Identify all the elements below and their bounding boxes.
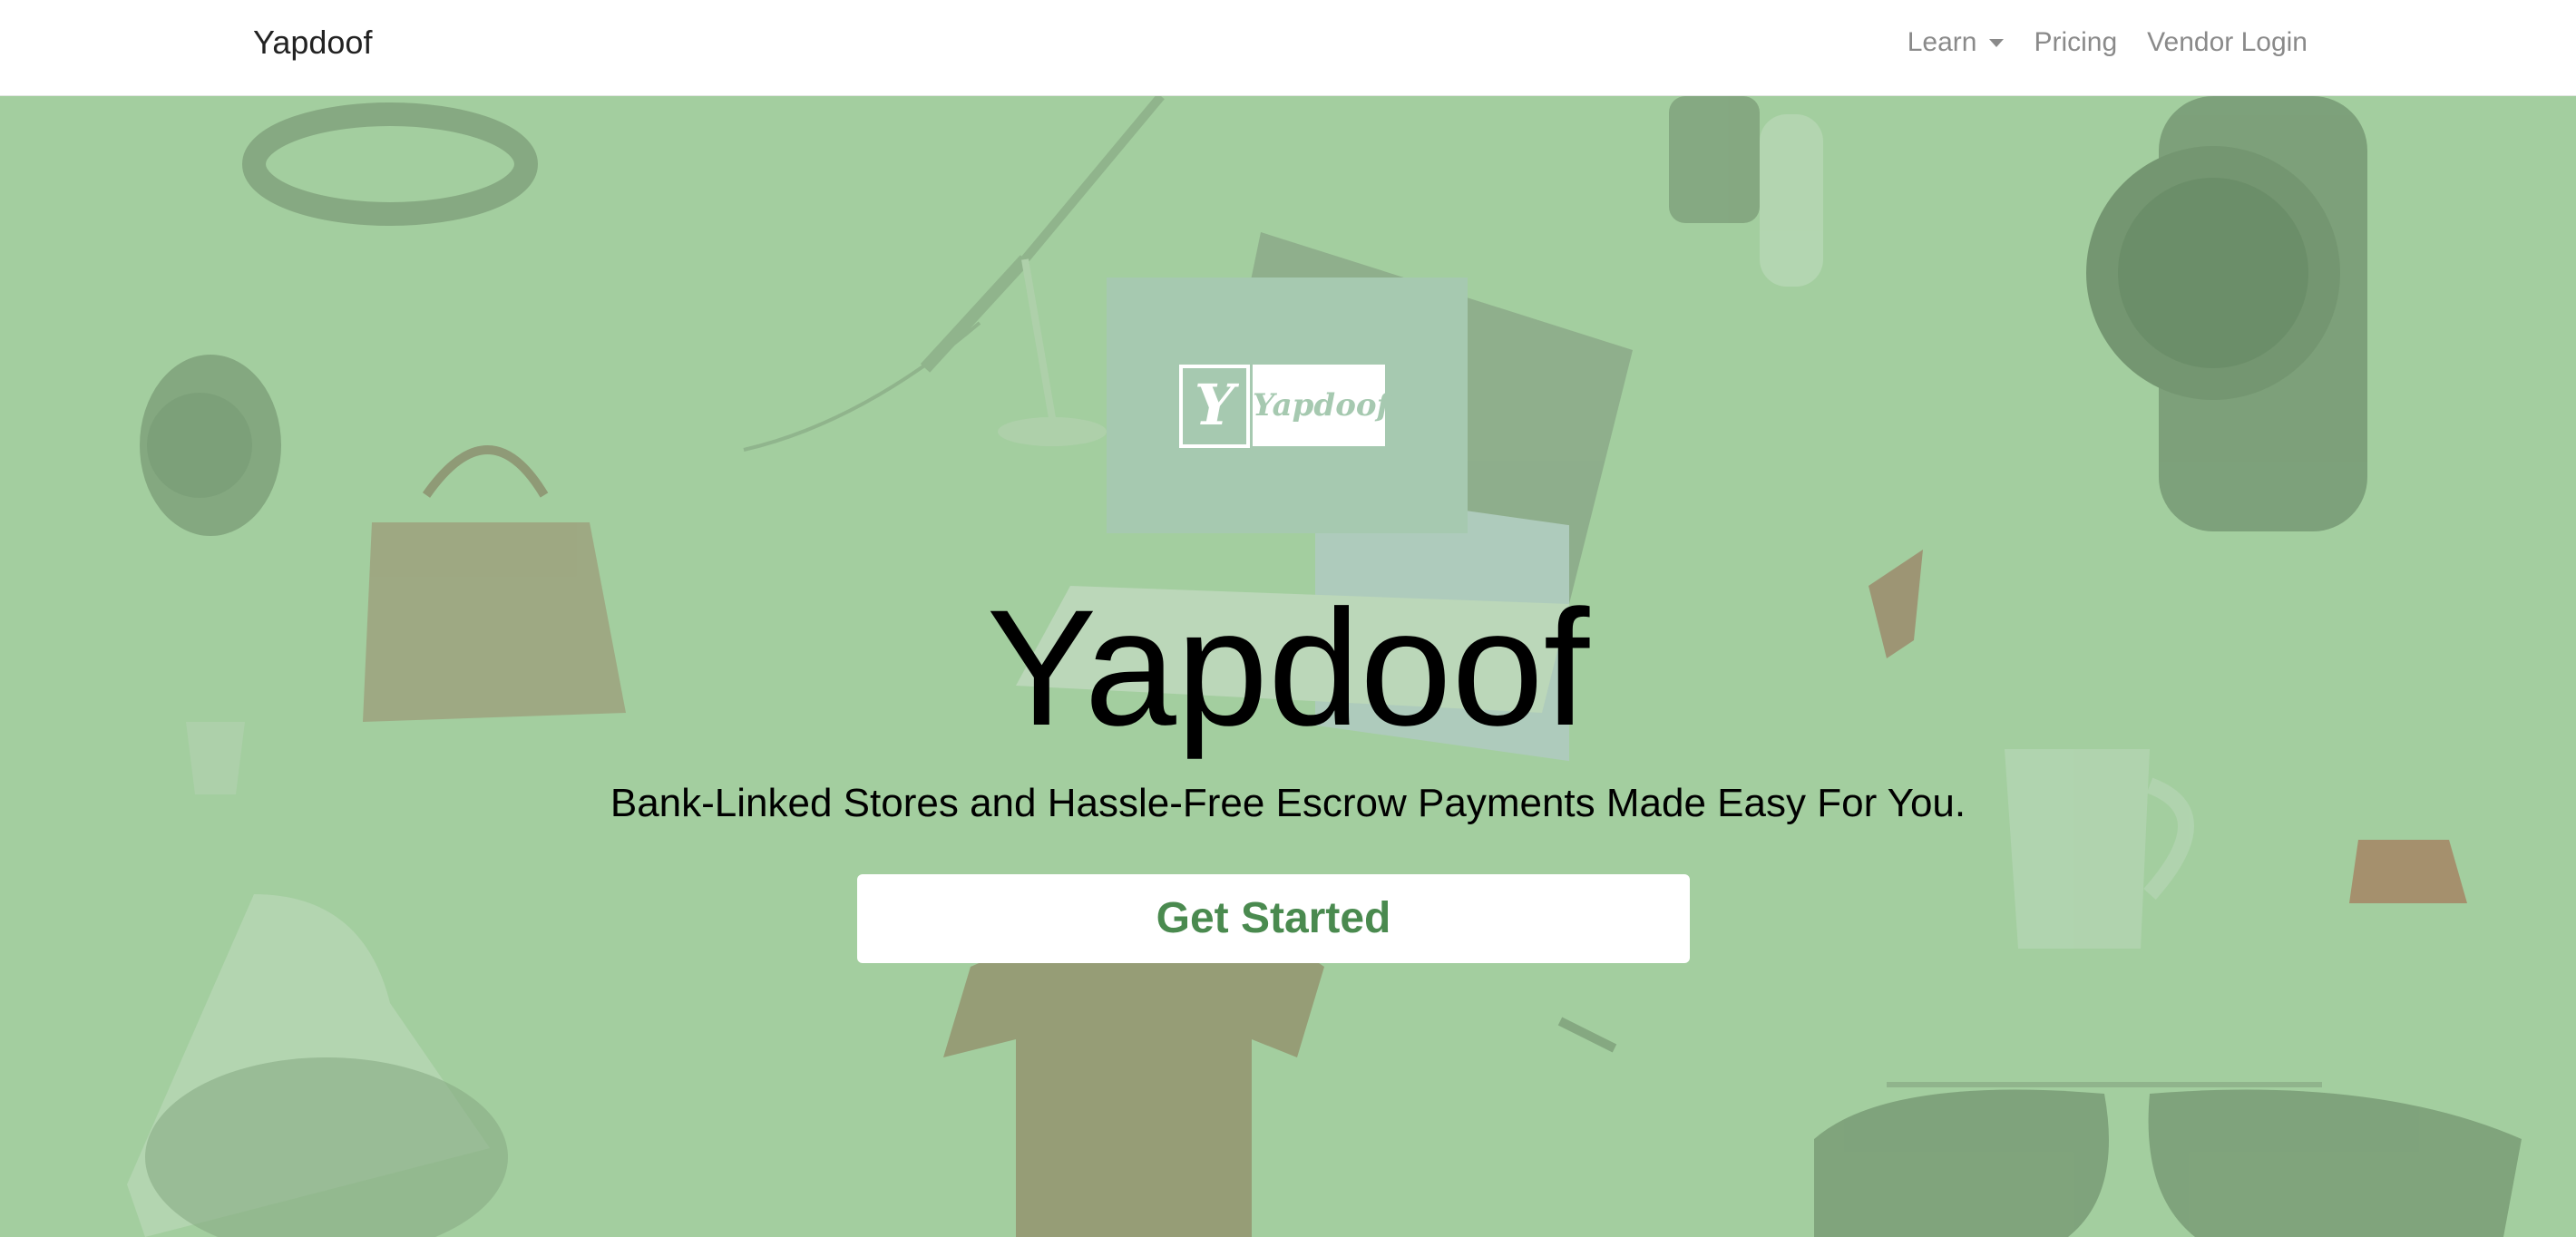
nav-vendor-login-link[interactable]: Vendor Login (2147, 27, 2308, 58)
sunglasses-image (1814, 1082, 2522, 1237)
caret-down-icon (1989, 38, 2005, 47)
belt-image (242, 102, 538, 226)
nav-learn-dropdown[interactable]: Learn (1908, 27, 2005, 58)
logo-wordmark: Yapdoof (1253, 365, 1390, 446)
top-navbar: Yapdoof Learn Pricing Vendor Login (0, 0, 2576, 96)
desk-lamp-image (743, 96, 1165, 452)
nav-learn-label: Learn (1907, 27, 1977, 57)
hero-title: Yapdoof (986, 575, 1590, 760)
purse-image (2349, 840, 2467, 903)
sneaker-image (127, 894, 508, 1237)
smartwatch-image (1669, 96, 1823, 287)
nav-links: Learn Pricing Vendor Login (1908, 27, 2308, 58)
brand-link[interactable]: Yapdoof (253, 24, 372, 62)
hero-section: Y Yapdoof Yapdoof Bank-Linked Stores and… (0, 96, 2576, 1237)
yapdoof-logo: Y Yapdoof (1107, 278, 1468, 533)
nav-pricing-link[interactable]: Pricing (2034, 27, 2117, 58)
get-started-button[interactable]: Get Started (857, 874, 1690, 963)
hero-subtitle: Bank-Linked Stores and Hassle-Free Escro… (610, 781, 1966, 825)
wristwatch-image (2086, 96, 2367, 531)
logo-monogram: Y (1179, 365, 1250, 448)
pen-image (1557, 1017, 1617, 1053)
small-watch-image (140, 355, 281, 536)
